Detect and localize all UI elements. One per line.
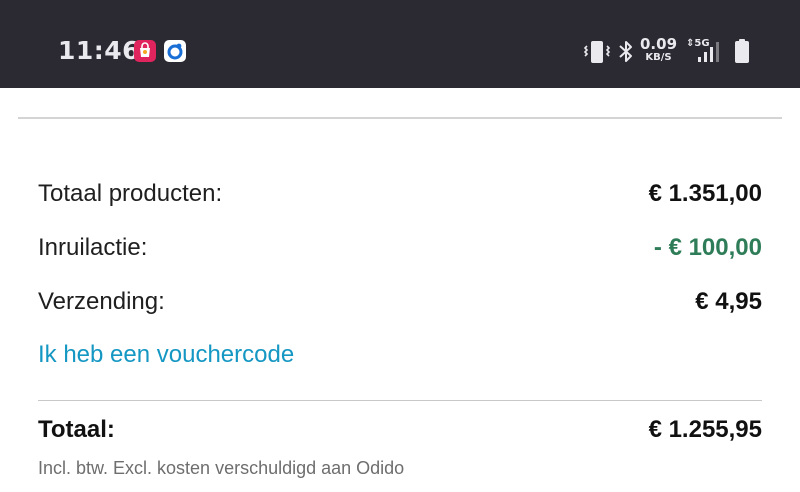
status-time: 11:46 xyxy=(58,36,141,65)
total-divider xyxy=(38,400,762,401)
summary-row-products: Totaal producten: € 1.351,00 xyxy=(38,176,762,212)
network-speed-unit: KB/S xyxy=(645,52,672,63)
network-speed: 0.09 KB/S xyxy=(640,37,677,67)
vat-note: Incl. btw. Excl. kosten verschuldigd aan… xyxy=(38,458,405,478)
network-speed-value: 0.09 xyxy=(640,35,678,53)
vibrate-icon xyxy=(583,41,611,63)
shopping-app-icon xyxy=(134,40,156,62)
shipping-value: € 4,95 xyxy=(695,288,762,315)
bluetooth-icon xyxy=(619,41,632,62)
summary-row-total: Totaal: € 1.255,95 xyxy=(38,412,762,448)
tradein-value: - € 100,00 xyxy=(653,234,762,261)
voucher-code-link[interactable]: Ik heb een vouchercode xyxy=(38,337,294,373)
total-label: Totaal: xyxy=(38,416,115,443)
tradein-label: Inruilactie: xyxy=(38,234,148,261)
products-label: Totaal producten: xyxy=(38,180,223,207)
battery-icon xyxy=(735,39,749,63)
odido-app-icon xyxy=(164,40,186,62)
summary-row-shipping: Verzending: € 4,95 xyxy=(38,284,762,320)
status-bar: 11:46 0.09 KB/S ⇕5G xyxy=(0,0,800,88)
total-value: € 1.255,95 xyxy=(648,416,762,443)
shipping-label: Verzending: xyxy=(38,288,165,315)
products-value: € 1.351,00 xyxy=(648,180,762,207)
summary-row-tradein: Inruilactie: - € 100,00 xyxy=(38,230,762,266)
top-divider xyxy=(18,117,782,119)
signal-icon xyxy=(698,42,719,62)
